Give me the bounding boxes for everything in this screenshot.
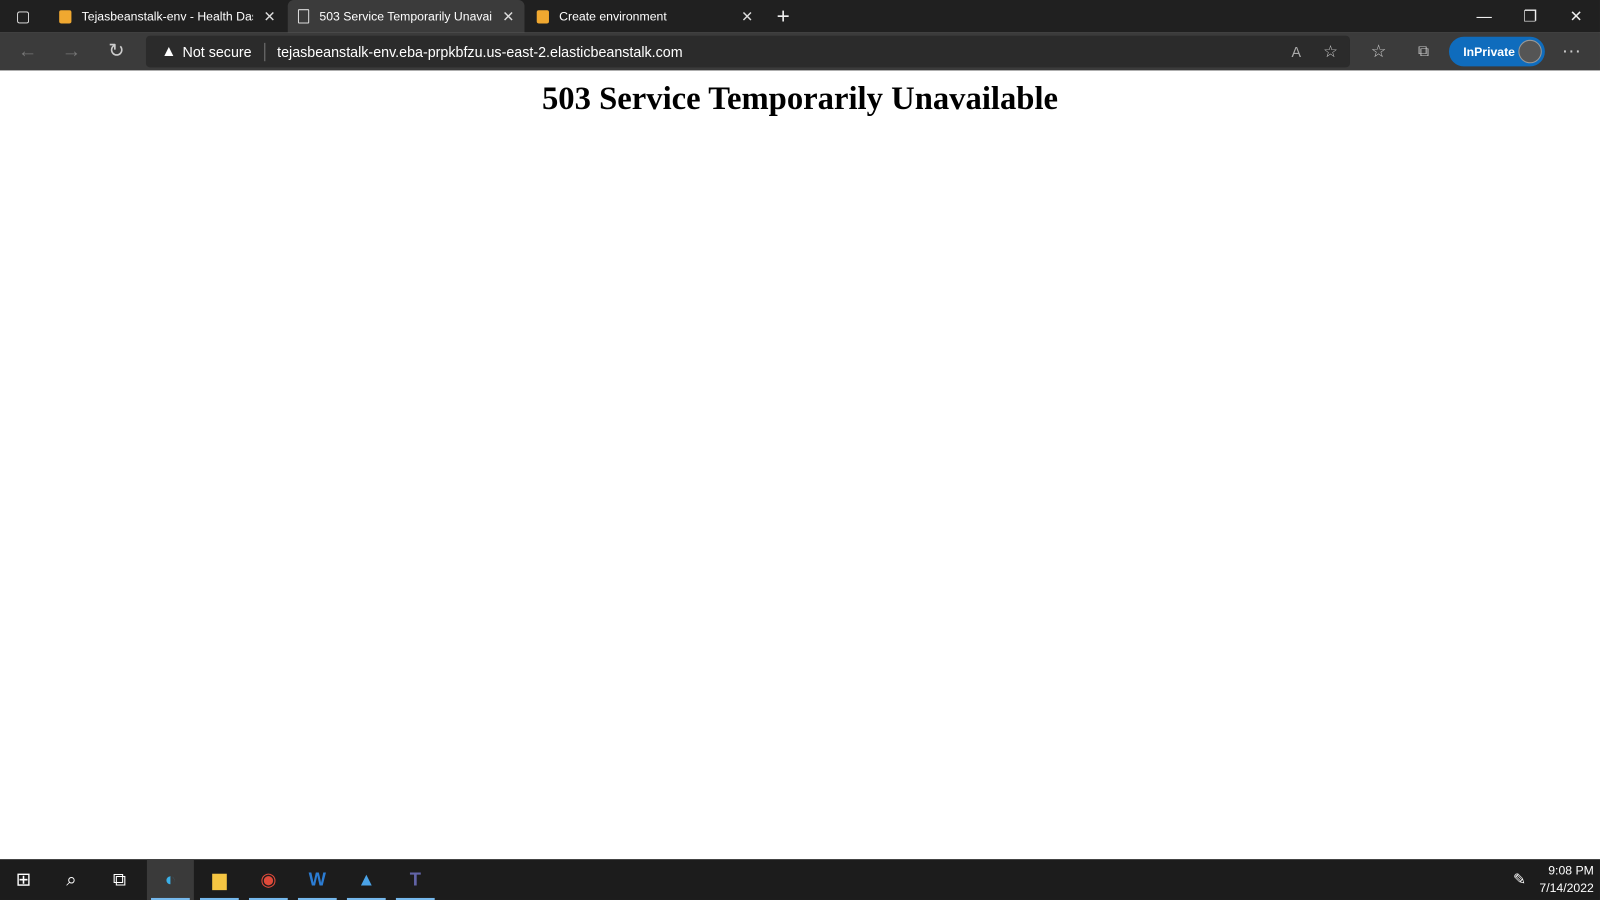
edge-icon[interactable]: ◐ (146, 859, 194, 900)
page-icon (297, 9, 310, 24)
address-bar[interactable]: ▲ Not secure tejasbeanstalk-env.eba-prpk… (145, 35, 1350, 68)
photos-icon[interactable]: ▲ (343, 859, 390, 900)
word-icon[interactable]: W (294, 859, 341, 900)
address-toolbar: ← → ↻ ▲ Not secure tejasbeanstalk-env.eb… (0, 32, 1600, 71)
aws-box-icon (59, 9, 72, 23)
search-icon[interactable]: ⌕ (48, 859, 95, 900)
url-text[interactable]: tejasbeanstalk-env.eba-prpkbfzu.us-east-… (277, 43, 683, 59)
add-favorite-icon[interactable]: ☆ (1323, 41, 1338, 61)
tab-create-environment[interactable]: Create environment ✕ (527, 0, 764, 33)
more-menu-icon[interactable]: ··· (1553, 33, 1590, 71)
chrome-icon[interactable]: ◉ (245, 859, 292, 900)
close-tab-icon[interactable]: ✕ (741, 8, 753, 25)
tab-title: Create environment (559, 9, 667, 24)
close-tab-icon[interactable]: ✕ (264, 8, 276, 25)
tab-503[interactable]: 503 Service Temporarily Unavailable ✕ (287, 0, 525, 33)
tab-actions-icon[interactable]: ▢ (0, 0, 46, 33)
security-label[interactable]: Not secure (183, 43, 252, 59)
teams-icon[interactable]: T (392, 859, 439, 900)
avatar (1518, 39, 1542, 64)
time: 9:08 PM (1548, 863, 1594, 878)
read-aloud-icon[interactable]: A (1291, 43, 1301, 59)
clock[interactable]: 9:08 PM 7/14/2022 (1539, 862, 1593, 897)
page-title: 503 Service Temporarily Unavailable (541, 79, 1059, 117)
date: 7/14/2022 (1539, 880, 1594, 895)
forward-button[interactable]: → (53, 33, 90, 71)
refresh-button[interactable]: ↻ (98, 33, 135, 71)
tab-bar: ▢ Tejasbeanstalk-env - Health Dash ✕ 503… (0, 0, 1600, 33)
collections-icon[interactable]: ⧉ (1405, 33, 1442, 71)
close-window-button[interactable]: ✕ (1553, 0, 1599, 33)
task-view-icon[interactable]: ⧉ (96, 859, 143, 900)
file-explorer-icon[interactable]: ▆ (196, 859, 243, 900)
tab-health-dashboard[interactable]: Tejasbeanstalk-env - Health Dash ✕ (49, 0, 286, 33)
windows-start-icon[interactable]: ⊞ (0, 859, 47, 900)
taskbar: ⊞ ⌕ ⧉ ◐ ▆ ◉ W ▲ T ✎ 9:08 PM 7/14/2022 (0, 859, 1600, 900)
inprivate-button[interactable]: InPrivate (1448, 36, 1545, 67)
favorites-icon[interactable]: ☆ (1360, 33, 1397, 71)
restore-button[interactable]: ❐ (1507, 0, 1553, 33)
warning-icon: ▲ (161, 42, 177, 61)
aws-box-icon (536, 9, 549, 23)
inprivate-label: InPrivate (1463, 44, 1515, 59)
back-button[interactable]: ← (9, 33, 46, 71)
divider (263, 42, 265, 61)
tab-title: Tejasbeanstalk-env - Health Dash (81, 9, 254, 24)
close-tab-icon[interactable]: ✕ (502, 8, 514, 25)
new-tab-button[interactable]: + (760, 0, 806, 33)
pen-icon[interactable]: ✎ (1496, 859, 1543, 900)
minimize-button[interactable]: — (1461, 0, 1507, 33)
tab-title: 503 Service Temporarily Unavailable (319, 9, 493, 24)
